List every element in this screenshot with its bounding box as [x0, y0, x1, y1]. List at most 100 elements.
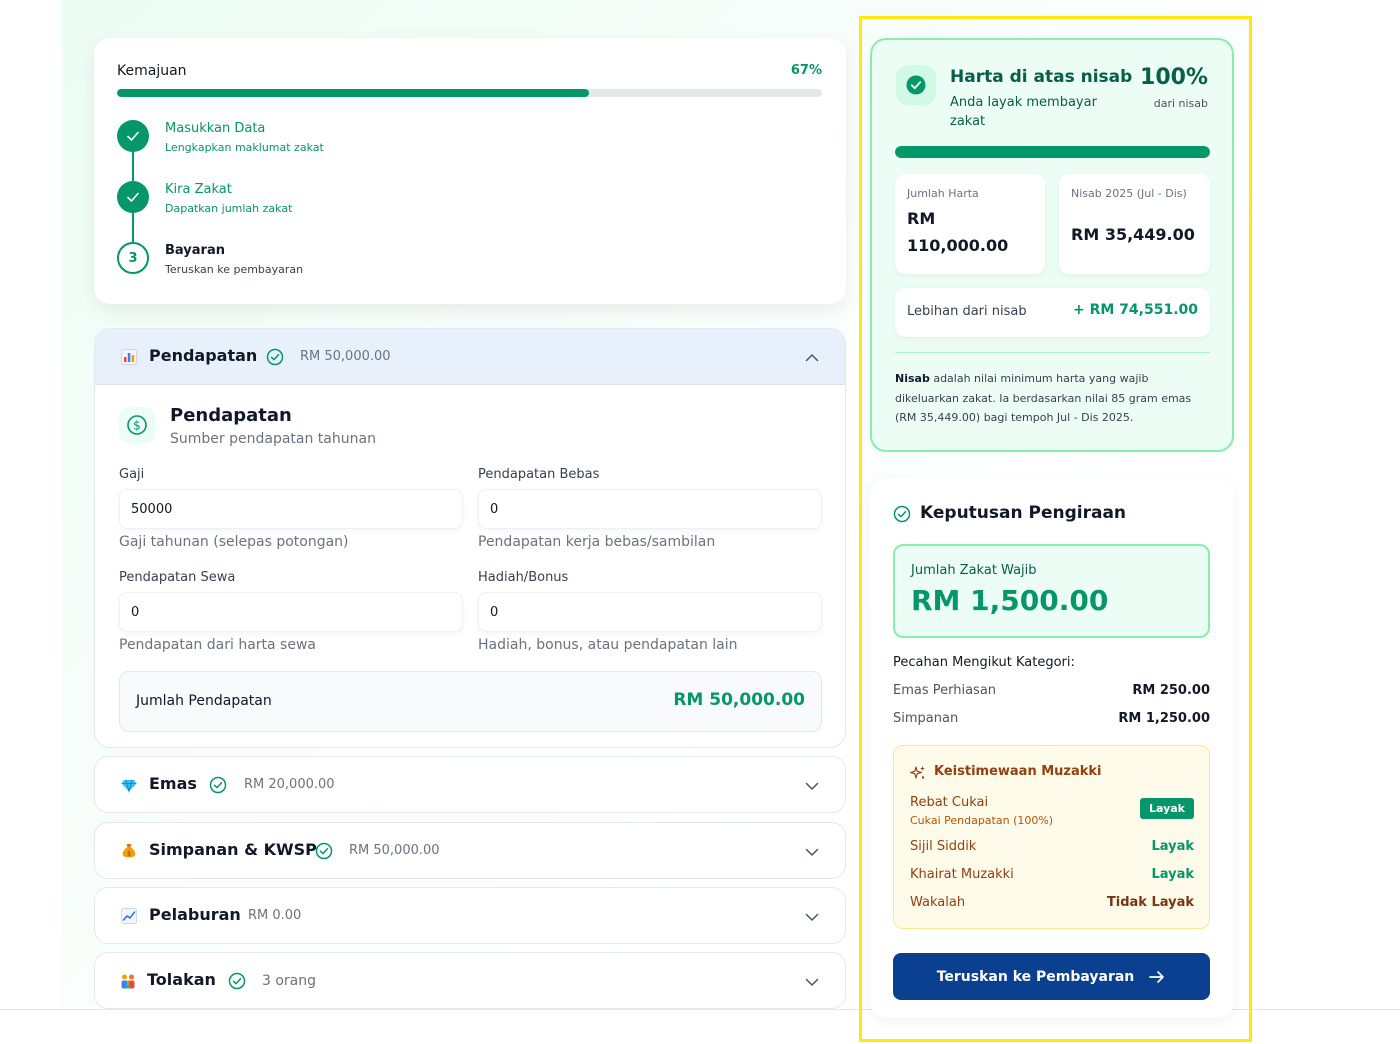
- freelance-label: Pendapatan Bebas: [478, 467, 600, 482]
- section-emas[interactable]: Emas RM 20,000.00: [94, 756, 846, 813]
- chevron-up-icon[interactable]: [805, 351, 819, 365]
- privilege-khairat-muzakki: Khairat Muzakki Layak: [910, 867, 1194, 887]
- excess-value: + RM 74,551.00: [1072, 302, 1198, 318]
- section-name: Pelaburan: [149, 905, 241, 924]
- section-amount: RM 50,000.00: [300, 349, 391, 364]
- nisab-threshold-label: Nisab 2025 (Jul - Dis): [1071, 187, 1187, 200]
- check-circle-icon: [228, 972, 246, 990]
- salary-help: Gaji tahunan (selepas potongan): [119, 534, 349, 550]
- nisab-title: Harta di atas nisab: [950, 67, 1133, 87]
- section-amount: 3 orang: [262, 973, 317, 989]
- progress-title: Kemajuan: [117, 63, 187, 79]
- section-name: Emas: [149, 774, 197, 793]
- dollar-circle-icon: $: [119, 407, 155, 443]
- nisab-percent: 100%: [1140, 65, 1208, 90]
- bar-chart-icon: [121, 349, 137, 365]
- proceed-to-payment-label: Teruskan ke Pembayaran: [936, 968, 1135, 985]
- section-name: Tolakan: [147, 970, 216, 989]
- zakat-amount-value: RM 1,500.00: [911, 584, 1109, 617]
- zakat-amount-label: Jumlah Zakat Wajib: [911, 563, 1037, 578]
- income-total-value: RM 50,000.00: [673, 690, 805, 710]
- privilege-name: Rebat Cukai: [910, 795, 989, 810]
- eligible-badge: Layak: [1139, 798, 1194, 819]
- privilege-wakalah: Wakalah Tidak Layak: [910, 895, 1194, 915]
- total-assets-currency: RM: [907, 209, 936, 228]
- check-circle-icon: [315, 842, 333, 860]
- check-circle-icon: [896, 65, 936, 105]
- rental-input[interactable]: [119, 592, 463, 632]
- nisab-note-term: Nisab: [895, 372, 930, 385]
- privileges-box: Keistimewaan Muzakki Rebat Cukai Cukai P…: [893, 745, 1210, 929]
- freelance-input[interactable]: [478, 489, 822, 529]
- section-simpanan[interactable]: $ Simpanan & KWSP RM 50,000.00: [94, 822, 846, 879]
- check-circle-icon: [893, 505, 911, 523]
- total-assets-label: Jumlah Harta: [907, 187, 979, 200]
- chevron-down-icon[interactable]: [805, 779, 819, 793]
- step-title: Masukkan Data: [165, 121, 266, 136]
- check-icon: [117, 120, 149, 152]
- nisab-threshold-card: Nisab 2025 (Jul - Dis) RM 35,449.00: [1059, 174, 1210, 274]
- salary-input[interactable]: [119, 489, 463, 529]
- check-circle-icon: [209, 776, 227, 794]
- progress-percent: 67%: [790, 63, 822, 78]
- decision-card: Keputusan Pengiraan Jumlah Zakat Wajib R…: [870, 478, 1234, 1018]
- section-amount: RM 50,000.00: [349, 843, 440, 858]
- nisab-subtitle: Anda layak membayar zakat: [950, 95, 1097, 129]
- svg-text:$: $: [127, 851, 131, 858]
- proceed-to-payment-button[interactable]: Teruskan ke Pembayaran: [893, 953, 1210, 1000]
- privilege-name: Khairat Muzakki: [910, 867, 1014, 882]
- income-total: Jumlah Pendapatan RM 50,000.00: [119, 671, 822, 732]
- income-section: Pendapatan RM 50,000.00 $ Pendapatan Sum…: [94, 328, 846, 748]
- breakdown-name: Emas Perhiasan: [893, 683, 997, 698]
- income-subtitle: Sumber pendapatan tahunan: [170, 431, 376, 447]
- nisab-note-text: adalah nilai minimum harta yang wajib di…: [895, 372, 1192, 424]
- section-name: Simpanan & KWSP: [149, 840, 317, 859]
- breakdown-value: RM 250.00: [1132, 683, 1210, 698]
- excess-card: Lebihan dari nisab + RM 74,551.00: [895, 288, 1210, 337]
- nisab-status-card: Harta di atas nisab Anda layak membayar …: [870, 38, 1234, 452]
- breakdown-title: Pecahan Mengikut Kategori:: [893, 655, 1075, 670]
- privilege-status: Layak: [1151, 839, 1194, 854]
- progress-bar: [117, 89, 822, 97]
- progress-card: Kemajuan 67% Masukkan Data Lengkapkan ma…: [94, 38, 846, 304]
- nisab-progress-bar: [895, 146, 1210, 158]
- chevron-down-icon[interactable]: [805, 975, 819, 989]
- decision-title: Keputusan Pengiraan: [920, 503, 1127, 523]
- bonus-help: Hadiah, bonus, atau pendapatan lain: [478, 637, 738, 653]
- income-total-label: Jumlah Pendapatan: [136, 693, 272, 709]
- step-subtitle: Lengkapkan maklumat zakat: [165, 141, 324, 154]
- section-tolakan[interactable]: Tolakan 3 orang: [94, 952, 846, 1009]
- bonus-input[interactable]: [478, 592, 822, 632]
- breakdown-value: RM 1,250.00: [1118, 711, 1210, 726]
- privilege-status: Layak: [1151, 867, 1194, 882]
- family-icon: [121, 974, 135, 989]
- privilege-subtitle: Cukai Pendapatan (100%): [910, 814, 1054, 827]
- privileges-title: Keistimewaan Muzakki: [934, 764, 1102, 779]
- section-pelaburan[interactable]: Pelaburan RM 0.00: [94, 887, 846, 944]
- rental-help: Pendapatan dari harta sewa: [119, 637, 316, 653]
- step-title: Bayaran: [165, 243, 225, 258]
- rental-label: Pendapatan Sewa: [119, 570, 236, 585]
- section-name: Pendapatan: [149, 346, 258, 365]
- privilege-status: Tidak Layak: [1106, 895, 1194, 910]
- step-number: 3: [117, 242, 149, 274]
- arrow-right-icon: [1149, 970, 1165, 983]
- bonus-label: Hadiah/Bonus: [478, 570, 569, 585]
- step-connector: [132, 152, 134, 181]
- step-subtitle: Dapatkan jumlah zakat: [165, 202, 293, 215]
- step-subtitle: Teruskan ke pembayaran: [165, 263, 304, 276]
- privilege-name: Sijil Siddik: [910, 839, 977, 854]
- income-title: Pendapatan: [170, 405, 292, 426]
- trend-chart-icon: [121, 908, 137, 924]
- freelance-help: Pendapatan kerja bebas/sambilan: [478, 534, 716, 550]
- zakat-amount-box: Jumlah Zakat Wajib RM 1,500.00: [893, 544, 1210, 638]
- step-title: Kira Zakat: [165, 182, 232, 197]
- privilege-sijil-siddik: Sijil Siddik Layak: [910, 839, 1194, 859]
- divider: [895, 352, 1210, 353]
- nisab-progress-fill: [895, 146, 1210, 158]
- sparkles-icon: [910, 766, 925, 779]
- chevron-down-icon[interactable]: [805, 845, 819, 859]
- income-section-header[interactable]: Pendapatan RM 50,000.00: [95, 329, 845, 385]
- chevron-down-icon[interactable]: [805, 910, 819, 924]
- privilege-rebat-cukai: Rebat Cukai Cukai Pendapatan (100%) Laya…: [910, 795, 1194, 831]
